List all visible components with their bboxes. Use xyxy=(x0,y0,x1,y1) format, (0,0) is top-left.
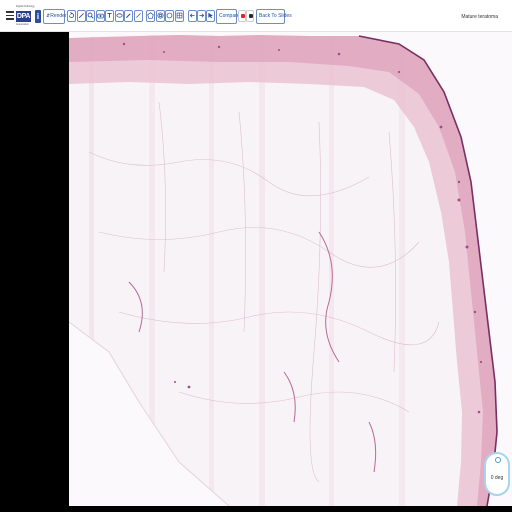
top-toolbar: Digital Pathology DPA Association i ⇵Ren… xyxy=(0,0,512,32)
logo-top-text: Digital Pathology xyxy=(16,5,35,8)
app-root: Digital Pathology DPA Association i ⇵Ren… xyxy=(0,0,512,512)
camera-icon[interactable] xyxy=(96,10,105,22)
grid-icon[interactable] xyxy=(175,10,184,22)
info-button[interactable]: i xyxy=(35,10,41,23)
slide-title: Mature teratoma xyxy=(461,14,498,20)
cursor-icon[interactable] xyxy=(206,10,215,22)
compare-button[interactable]: Compare xyxy=(216,9,240,24)
tissue-image xyxy=(69,35,498,506)
render-label: Render xyxy=(50,13,67,19)
slide-viewer-canvas[interactable] xyxy=(69,32,512,506)
rotate-left-icon[interactable] xyxy=(67,10,76,22)
target-icon[interactable] xyxy=(156,10,165,22)
render-button[interactable]: ⇵Render xyxy=(43,9,67,24)
arrow-right-icon[interactable] xyxy=(197,10,206,22)
menu-icon[interactable] xyxy=(6,11,14,20)
record-icon xyxy=(240,14,245,18)
stop-icon xyxy=(248,14,253,18)
record-button[interactable] xyxy=(238,10,246,22)
rotation-control[interactable]: 0 deg xyxy=(484,452,510,496)
magnify-icon[interactable] xyxy=(86,10,95,22)
circle-icon[interactable] xyxy=(165,10,174,22)
line-icon[interactable] xyxy=(134,10,143,22)
pen-icon[interactable] xyxy=(77,10,86,22)
back-to-slides-button[interactable]: Back To Slides xyxy=(256,9,292,24)
rotation-handle[interactable] xyxy=(495,457,501,463)
polygon-icon[interactable] xyxy=(146,10,155,22)
ruler-icon[interactable] xyxy=(105,10,114,22)
arrow-left-icon[interactable] xyxy=(188,10,197,22)
rotation-label: 0 deg xyxy=(490,475,504,481)
app-logo: Digital Pathology DPA Association xyxy=(16,5,35,27)
viewer-left-margin xyxy=(0,32,69,512)
viewer-bottom-margin xyxy=(69,506,512,512)
ellipse-icon[interactable] xyxy=(115,10,124,22)
stop-button[interactable] xyxy=(246,10,254,22)
pencil-icon[interactable] xyxy=(124,10,133,22)
logo-bottom-text: Association xyxy=(16,23,29,26)
logo-mark: DPA xyxy=(16,11,31,22)
